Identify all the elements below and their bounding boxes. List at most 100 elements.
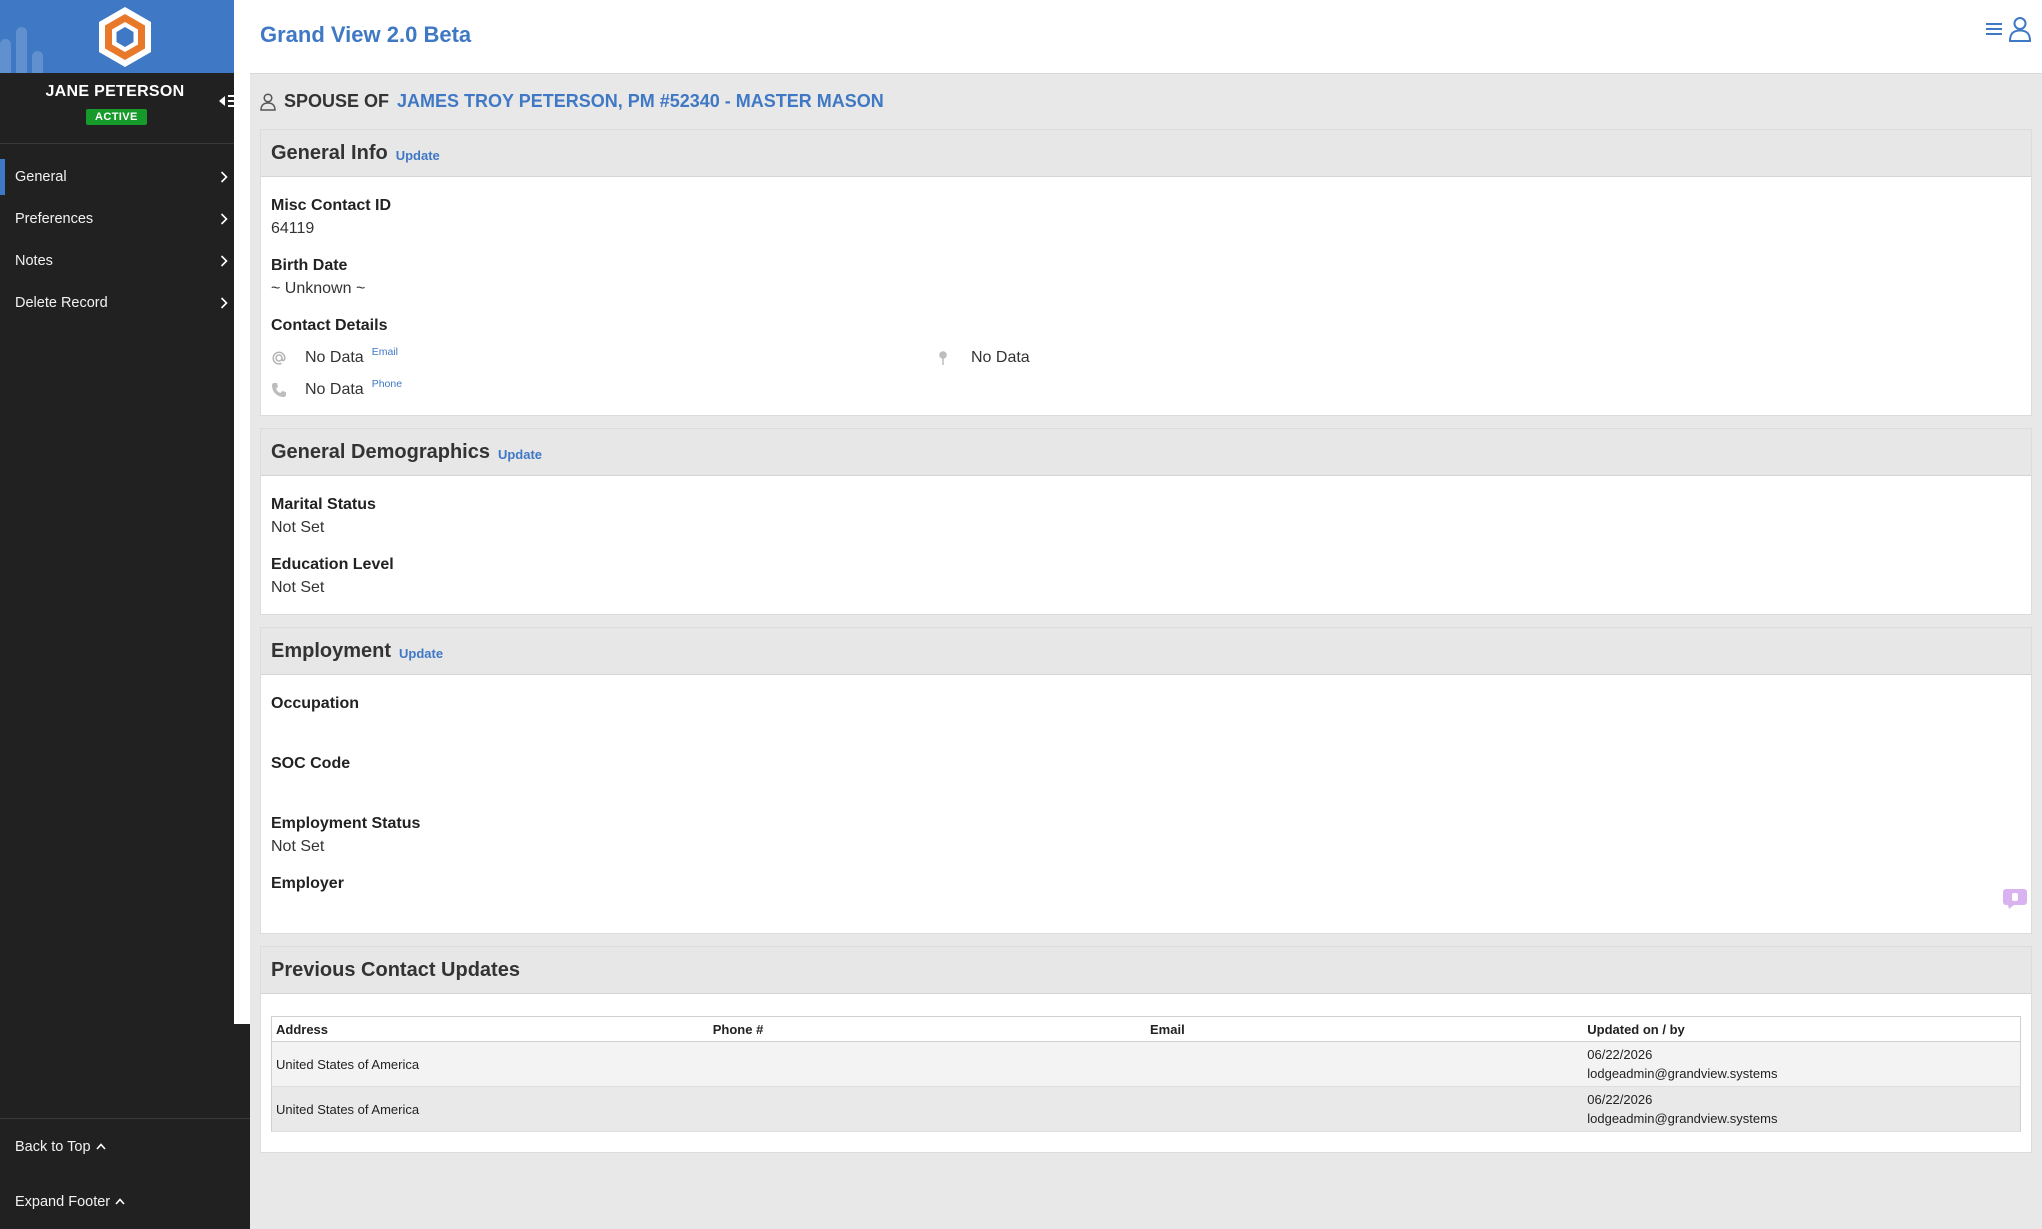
expand-footer-label: Expand Footer bbox=[15, 1193, 111, 1210]
logo-area bbox=[0, 0, 250, 73]
chevron-up-icon bbox=[95, 1143, 106, 1150]
employment-update-link[interactable]: Update bbox=[399, 646, 443, 661]
caret-left-icon bbox=[219, 96, 225, 106]
spouse-member-link[interactable]: JAMES TROY PETERSON, PM #52340 - MASTER … bbox=[397, 91, 884, 112]
back-to-top-link[interactable]: Back to Top bbox=[0, 1119, 250, 1174]
updated-cell: 06/22/2026 lodgeadmin@grandview.systems bbox=[1583, 1086, 2021, 1132]
email-cell bbox=[1146, 1086, 1584, 1132]
employment-panel: Employment Update Occupation SOC Code Em… bbox=[260, 627, 2032, 934]
expand-footer-link[interactable]: Expand Footer bbox=[0, 1174, 250, 1229]
sidebar-item-label: Notes bbox=[15, 253, 53, 269]
user-name: JANE PETERSON bbox=[45, 83, 185, 100]
chevron-up-icon bbox=[115, 1198, 125, 1205]
panel-header: Employment Update bbox=[261, 628, 2031, 675]
field-label: Misc Contact ID bbox=[271, 197, 392, 214]
chevron-right-icon bbox=[220, 255, 228, 267]
field-value bbox=[271, 895, 2021, 919]
sidebar-item-label: Delete Record bbox=[15, 295, 108, 311]
sidebar-item-general[interactable]: General bbox=[0, 156, 250, 198]
menu-icon[interactable] bbox=[1986, 22, 2002, 36]
grandview-logo-icon[interactable] bbox=[96, 5, 154, 69]
panel-body: Misc Contact ID 64119 Birth Date ~ Unkno… bbox=[261, 177, 2031, 415]
field-value bbox=[271, 775, 2021, 799]
email-cell bbox=[1146, 1041, 1584, 1087]
relationship-context: SPOUSE OF JAMES TROY PETERSON, PM #52340… bbox=[260, 74, 2032, 129]
updated-cell: 06/22/2026 lodgeadmin@grandview.systems bbox=[1583, 1041, 2021, 1087]
occupation-field: Occupation bbox=[271, 693, 2021, 739]
table-header-row: Address Phone # Email Updated on / by bbox=[271, 1016, 2021, 1042]
email-type-label: Email bbox=[371, 346, 398, 358]
field-value: Not Set bbox=[271, 838, 325, 855]
field-value: Not Set bbox=[271, 579, 325, 596]
person-icon bbox=[260, 92, 276, 111]
field-value: Not Set bbox=[271, 519, 325, 536]
field-value bbox=[271, 715, 2021, 739]
feedback-widget-button[interactable] bbox=[2000, 884, 2030, 914]
app-title[interactable]: Grand View 2.0 Beta bbox=[260, 22, 471, 48]
at-sign-icon bbox=[271, 350, 305, 366]
top-header: Grand View 2.0 Beta bbox=[236, 0, 2042, 74]
panel-body: Address Phone # Email Updated on / by Un… bbox=[261, 994, 2031, 1152]
sidebar-item-preferences[interactable]: Preferences bbox=[0, 198, 250, 240]
hand-chat-icon bbox=[2003, 889, 2027, 909]
panel-title: General Demographics bbox=[271, 440, 490, 463]
phone-contact: No Data Phone bbox=[271, 378, 937, 399]
sidebar: JANE PETERSON ACTIVE General Preferences… bbox=[0, 0, 250, 1229]
column-header-updated: Updated on / by bbox=[1583, 1016, 2021, 1042]
panel-title: Employment bbox=[271, 639, 392, 662]
relationship-label: SPOUSE OF bbox=[284, 91, 390, 111]
address-value: No Data bbox=[971, 349, 1030, 366]
sidebar-footer: Back to Top Expand Footer bbox=[0, 1118, 250, 1229]
demographics-panel: General Demographics Update Marital Stat… bbox=[260, 428, 2032, 615]
phone-value: No Data bbox=[305, 381, 364, 398]
contact-details-grid: No Data Email No Data No Data Phone bbox=[271, 346, 2021, 399]
panel-header: Previous Contact Updates bbox=[261, 947, 2031, 994]
main-content: SPOUSE OF JAMES TROY PETERSON, PM #52340… bbox=[260, 74, 2032, 1165]
table-row: United States of America 06/22/2026 lodg… bbox=[271, 1041, 2021, 1087]
field-value: ~ Unknown ~ bbox=[271, 280, 366, 297]
status-badge: ACTIVE bbox=[86, 109, 147, 125]
marital-status-field: Marital Status Not Set bbox=[271, 494, 2021, 540]
sidebar-item-label: Preferences bbox=[15, 211, 94, 227]
employer-field: Employer bbox=[271, 873, 2021, 919]
address-cell: United States of America bbox=[271, 1086, 709, 1132]
field-value: 64119 bbox=[271, 220, 315, 237]
user-block: JANE PETERSON ACTIVE bbox=[0, 73, 250, 144]
chevron-right-icon bbox=[220, 213, 228, 225]
sidebar-scrollbar[interactable] bbox=[234, 0, 250, 1024]
field-label: Education Level bbox=[271, 556, 394, 573]
panel-title: Previous Contact Updates bbox=[271, 958, 520, 981]
column-header-address: Address bbox=[271, 1016, 709, 1042]
table-row: United States of America 06/22/2026 lodg… bbox=[271, 1086, 2021, 1132]
sidebar-item-label: General bbox=[15, 169, 67, 185]
sidebar-item-notes[interactable]: Notes bbox=[0, 240, 250, 282]
general-info-panel: General Info Update Misc Contact ID 6411… bbox=[260, 129, 2032, 416]
updated-by: lodgeadmin@grandview.systems bbox=[1587, 1111, 1778, 1126]
panel-body: Marital Status Not Set Education Level N… bbox=[261, 476, 2031, 614]
demographics-update-link[interactable]: Update bbox=[498, 447, 542, 462]
panel-title: General Info bbox=[271, 141, 388, 164]
soc-code-field: SOC Code bbox=[271, 753, 2021, 799]
email-value: No Data bbox=[305, 349, 364, 366]
email-contact: No Data Email bbox=[271, 346, 937, 367]
field-label: Employment Status bbox=[271, 815, 421, 832]
panel-body: Occupation SOC Code Employment Status No… bbox=[261, 675, 2031, 933]
chevron-right-icon bbox=[220, 297, 228, 309]
user-account-icon[interactable] bbox=[2008, 16, 2032, 42]
phone-type-label: Phone bbox=[371, 378, 403, 390]
field-label: Occupation bbox=[271, 695, 360, 712]
address-contact: No Data bbox=[937, 349, 2021, 367]
sidebar-nav: General Preferences Notes Delete Record bbox=[0, 156, 250, 324]
general-info-update-link[interactable]: Update bbox=[396, 148, 440, 163]
field-label: SOC Code bbox=[271, 755, 351, 772]
phone-icon bbox=[271, 382, 305, 398]
misc-contact-id-field: Misc Contact ID 64119 bbox=[271, 195, 2021, 241]
column-header-email: Email bbox=[1146, 1016, 1584, 1042]
previous-updates-table: Address Phone # Email Updated on / by Un… bbox=[271, 1016, 2021, 1132]
back-to-top-label: Back to Top bbox=[15, 1138, 91, 1155]
previous-updates-panel: Previous Contact Updates Address Phone #… bbox=[260, 946, 2032, 1153]
sidebar-item-delete-record[interactable]: Delete Record bbox=[0, 282, 250, 324]
chevron-right-icon bbox=[220, 171, 228, 183]
address-cell: United States of America bbox=[271, 1041, 709, 1087]
panel-header: General Demographics Update bbox=[261, 429, 2031, 476]
